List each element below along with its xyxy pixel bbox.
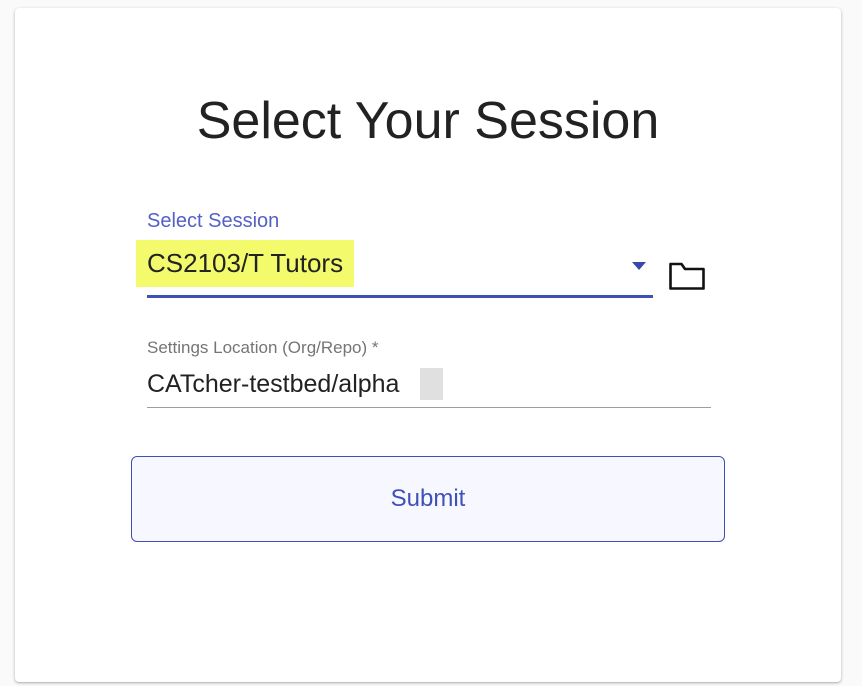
session-value-highlight: CS2103/T Tutors xyxy=(136,240,355,287)
session-select-underline xyxy=(147,295,653,298)
caret-down-icon[interactable] xyxy=(632,262,646,270)
session-select-value: CS2103/T Tutors xyxy=(147,248,344,278)
session-select-label: Select Session xyxy=(147,210,280,232)
session-select[interactable]: Select Session CS2103/T Tutors xyxy=(136,210,653,300)
settings-location-label: Settings Location (Org/Repo) * xyxy=(147,338,379,357)
submit-button[interactable]: Submit xyxy=(131,456,725,542)
settings-location-field: Settings Location (Org/Repo) * xyxy=(147,338,711,410)
session-card: Select Your Session Select Session CS210… xyxy=(15,8,841,682)
folder-button[interactable] xyxy=(665,258,709,294)
folder-icon xyxy=(669,262,705,290)
settings-location-underline xyxy=(147,407,711,408)
page-title: Select Your Session xyxy=(196,92,660,150)
text-cursor-block xyxy=(420,368,443,400)
